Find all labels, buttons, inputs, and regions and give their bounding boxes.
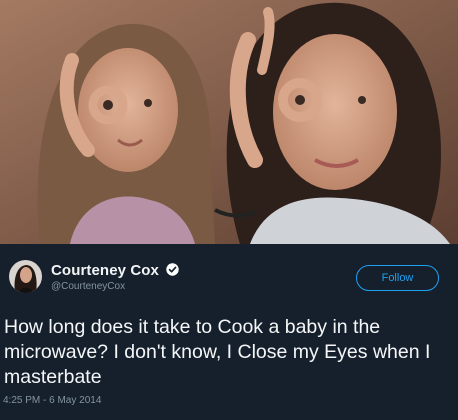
tweet-text: How long does it take to Cook a baby in … [4, 316, 431, 388]
tweet-card: Courteney Cox @CourteneyCox Follow How l… [0, 244, 458, 420]
user-handle[interactable]: @CourteneyCox [51, 281, 125, 292]
follow-button[interactable]: Follow [356, 265, 439, 291]
display-name[interactable]: Courteney Cox [51, 262, 159, 279]
tweet-timestamp[interactable]: 4:25 PM - 6 May 2014 [3, 395, 101, 406]
avatar[interactable] [9, 260, 42, 293]
avatar-image [9, 260, 42, 293]
tweet-photo[interactable] [0, 0, 458, 244]
photo-illustration [0, 0, 458, 244]
verified-badge-icon [166, 263, 179, 276]
